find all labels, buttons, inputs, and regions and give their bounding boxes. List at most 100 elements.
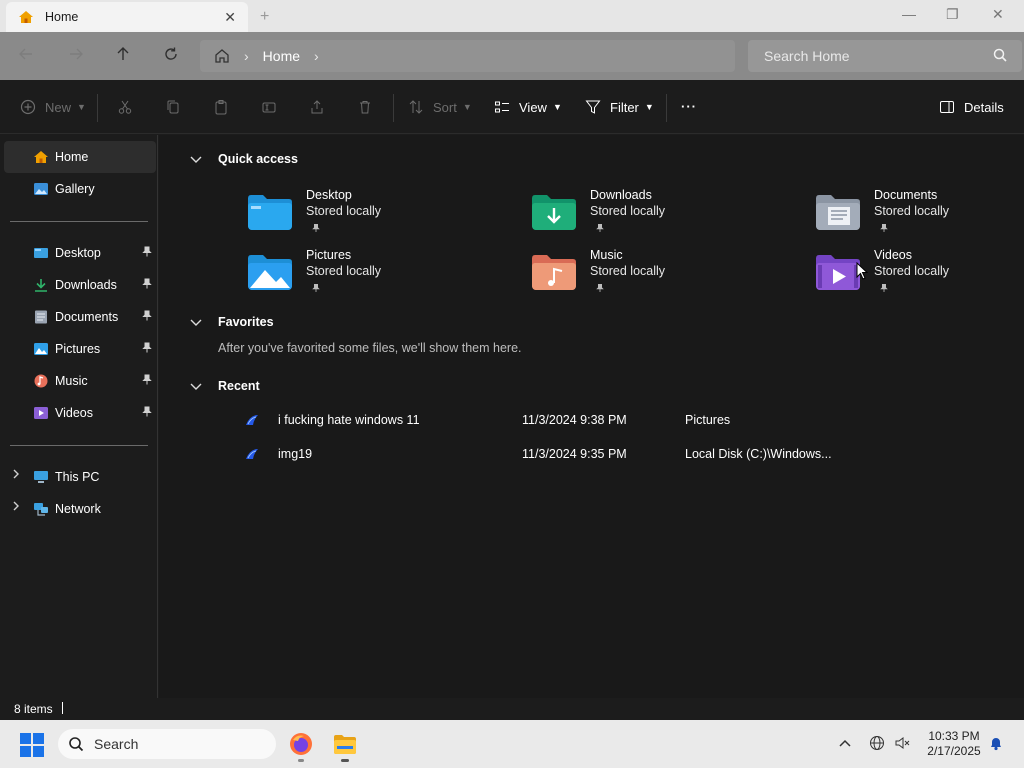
firefox-app[interactable] [289,732,313,762]
forward-button[interactable] [66,46,86,66]
taskbar-search[interactable]: Search [58,729,276,759]
file-explorer-app[interactable] [333,732,357,762]
chevron-right-icon[interactable]: › [314,48,319,64]
up-button[interactable] [113,46,133,66]
firefox-icon [290,733,312,755]
tile-status: Stored locally [590,264,666,278]
desktop-folder-icon [248,195,292,230]
breadcrumb-home[interactable]: Home [263,48,300,64]
bell-icon [991,738,1001,751]
refresh-button[interactable] [161,46,181,66]
globe-icon [870,736,884,750]
start-button[interactable] [20,733,44,757]
maximize-button[interactable]: ❐ [946,6,959,23]
sidebar-item-label: Gallery [55,182,95,196]
quick-access-music[interactable]: Music Stored locally [532,248,732,304]
close-button[interactable]: ✕ [992,6,1004,23]
network-status-button[interactable] [869,735,885,754]
new-tab-button[interactable]: + [260,8,269,26]
sidebar-item-label: Music [55,374,88,388]
quick-access-documents[interactable]: Documents Stored locally [816,188,1016,244]
share-button[interactable] [309,99,325,115]
favorites-header[interactable]: Favorites [189,315,274,329]
tab-home[interactable]: Home ✕ [6,2,248,32]
music-folder-icon [532,255,576,290]
rename-button[interactable] [261,99,277,115]
clock[interactable]: 10:33 PM 2/17/2025 [924,729,984,759]
quick-access-videos[interactable]: Videos Stored locally [816,248,1016,304]
sort-icon [409,100,423,114]
show-hidden-icons-button[interactable] [838,735,852,751]
sidebar-item-music[interactable]: Music [4,365,156,397]
filter-button[interactable]: Filter ▼ [585,99,654,115]
details-pane-icon [940,101,954,113]
minimize-button[interactable]: — [902,6,916,22]
refresh-icon [165,47,177,60]
chevron-right-icon[interactable] [12,469,20,482]
sort-label: Sort [433,99,457,115]
sidebar-item-downloads[interactable]: Downloads [4,269,156,301]
sidebar-item-videos[interactable]: Videos [4,397,156,429]
this-pc-icon [34,471,48,483]
taskbar-search-input[interactable]: Search [94,736,138,752]
pin-icon[interactable] [142,278,152,292]
tile-status: Stored locally [306,264,382,278]
pin-icon [880,223,888,235]
search-input[interactable]: Search Home [764,48,850,64]
recent-row[interactable]: i fucking hate windows 11 11/3/2024 9:38… [245,410,945,432]
sidebar-item-label: Downloads [55,278,117,292]
file-location: Pictures [685,413,731,427]
more-options-button[interactable]: ··· [681,99,697,114]
rename-icon [262,102,276,113]
quick-access-desktop[interactable]: Desktop Stored locally [248,188,448,244]
sort-button[interactable]: Sort ▼ [408,99,472,115]
recent-row[interactable]: img19 11/3/2024 9:35 PM Local Disk (C:)\… [245,444,945,466]
view-button[interactable]: View ▼ [494,99,562,115]
music-icon [34,374,48,388]
delete-button[interactable] [357,99,373,115]
scissors-icon [118,100,132,114]
sidebar-item-label: This PC [55,470,100,484]
sidebar-item-this-pc[interactable]: This PC [4,461,156,493]
breadcrumb[interactable]: › Home › [200,40,735,72]
details-button[interactable]: Details [939,99,1004,115]
quick-access-pictures[interactable]: Pictures Stored locally [248,248,448,304]
arrow-right-icon [70,48,83,60]
divider [97,94,98,122]
pin-icon[interactable] [142,342,152,356]
divider [393,94,394,122]
new-button[interactable]: New ▼ [20,99,86,115]
sidebar-item-gallery[interactable]: Gallery [4,173,156,205]
chevron-right-icon[interactable] [12,501,20,514]
search-box[interactable]: Search Home [748,40,1022,72]
quick-access-downloads[interactable]: Downloads Stored locally [532,188,732,244]
tile-name: Videos [874,248,912,262]
cut-button[interactable] [117,99,133,115]
filter-icon [585,100,601,114]
recent-header[interactable]: Recent [189,379,260,393]
sidebar-item-network[interactable]: Network [4,493,156,525]
chevron-down-icon [190,156,202,163]
arrow-up-icon [117,47,129,60]
sidebar-item-home[interactable]: Home [4,141,156,173]
tab-close-button[interactable]: ✕ [224,9,236,26]
notifications-button[interactable] [988,735,1004,754]
pin-icon[interactable] [142,246,152,260]
sidebar-item-documents[interactable]: Documents [4,301,156,333]
paste-button[interactable] [213,99,229,115]
sidebar-item-pictures[interactable]: Pictures [4,333,156,365]
gallery-icon [34,183,48,195]
back-button[interactable] [16,46,36,66]
sidebar-item-desktop[interactable]: Desktop [4,237,156,269]
volume-button[interactable] [894,735,910,754]
quick-access-header[interactable]: Quick access [189,152,298,166]
chevron-down-icon: ▼ [77,102,86,112]
copy-button[interactable] [165,99,181,115]
pin-icon[interactable] [142,406,152,420]
pin-icon [596,283,604,295]
chevron-down-icon [190,383,202,390]
pictures-folder-icon [248,255,292,290]
pin-icon[interactable] [142,374,152,388]
pin-icon[interactable] [142,310,152,324]
new-label: New [45,99,72,115]
